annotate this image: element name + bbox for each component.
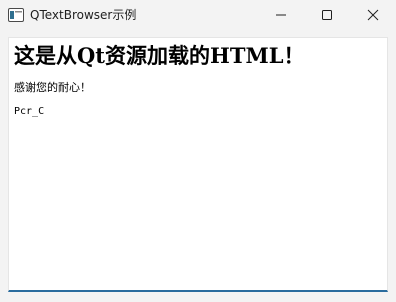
document-paragraph: 感谢您的耐心！ (14, 81, 91, 94)
title-bar[interactable]: QTextBrowser示例 (0, 0, 396, 30)
document-code-text: Pcr_C (14, 106, 45, 117)
text-browser[interactable]: 这是从Qt资源加载的HTML！ 感谢您的耐心！ Pcr_C (8, 37, 388, 292)
close-button[interactable] (350, 0, 396, 30)
window-title: QTextBrowser示例 (30, 8, 137, 22)
minimize-button[interactable] (258, 0, 304, 30)
app-icon (8, 7, 24, 22)
minimize-icon (275, 6, 287, 25)
maximize-icon (321, 6, 333, 25)
app-window: QTextBrowser示例 这是从Qt资源加载的HTML！ 感谢您的耐心！ P… (0, 0, 396, 302)
document-heading: 这是从Qt资源加载的HTML！ (14, 43, 305, 68)
maximize-button[interactable] (304, 0, 350, 30)
close-icon (367, 6, 379, 25)
